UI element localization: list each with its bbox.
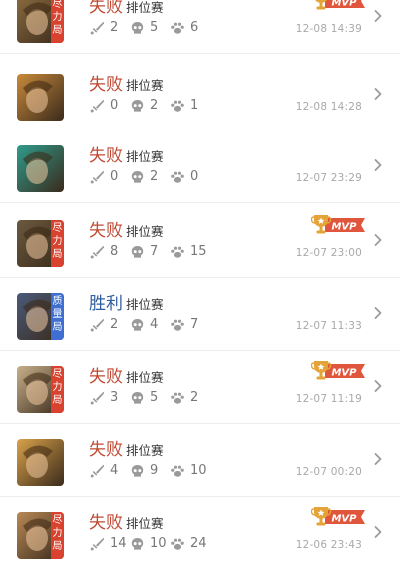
- chevron-right-icon[interactable]: [373, 9, 383, 23]
- hero-avatar: [17, 74, 64, 121]
- deaths-count: 7: [150, 244, 159, 259]
- assists-count: 0: [190, 169, 199, 184]
- mvp-badge: MVP: [311, 507, 365, 526]
- match-history-list: 尽力局 失败 排位赛 2 5 6 MVP 12-08 14:39 失败 排位赛 0 2 1 12-08 1…: [0, 0, 400, 564]
- match-result: 失败: [89, 146, 123, 166]
- match-row[interactable]: 失败 排位赛 0 2 1 12-08 14:28: [0, 60, 400, 132]
- kills-count: 0: [110, 169, 119, 184]
- hero-avatar: 尽力局: [17, 0, 64, 43]
- match-result: 失败: [89, 0, 123, 17]
- kda-stats: 0 2 1: [90, 98, 260, 114]
- assists-count: 15: [190, 244, 207, 259]
- kills-count: 2: [110, 317, 119, 332]
- kills-count: 4: [110, 463, 119, 478]
- deaths-count: 5: [150, 20, 159, 35]
- deaths-count: 2: [150, 169, 159, 184]
- match-time: 12-07 11:33: [295, 320, 362, 332]
- deaths-count: 4: [150, 317, 159, 332]
- match-result: 失败: [89, 440, 123, 460]
- mvp-badge: MVP: [311, 215, 365, 234]
- kills-count: 8: [110, 244, 119, 259]
- match-row[interactable]: 尽力局 失败 排位赛 2 5 6 MVP 12-08 14:39: [0, 0, 400, 54]
- match-quality-badge: 尽力局: [51, 512, 64, 559]
- mvp-label: MVP: [331, 221, 357, 232]
- hero-avatar: 尽力局: [17, 366, 64, 413]
- deaths-count: 5: [150, 390, 159, 405]
- hero-avatar: 尽力局: [17, 220, 64, 267]
- match-row[interactable]: 失败 排位赛 0 2 0 12-07 23:29: [0, 131, 400, 203]
- kda-stats: 0 2 0: [90, 169, 260, 185]
- match-result: 失败: [89, 367, 123, 387]
- assists-count: 2: [190, 390, 199, 405]
- match-mode: 排位赛: [126, 370, 164, 385]
- hero-avatar: [17, 439, 64, 486]
- chevron-right-icon[interactable]: [373, 379, 383, 393]
- chevron-right-icon[interactable]: [373, 233, 383, 247]
- kda-stats: 14 10 24: [90, 536, 260, 552]
- kills-count: 14: [110, 536, 127, 551]
- kills-count: 2: [110, 20, 119, 35]
- match-mode: 排位赛: [126, 78, 164, 93]
- match-quality-badge: 尽力局: [51, 0, 64, 43]
- hero-avatar: 质量局: [17, 293, 64, 340]
- match-mode: 排位赛: [126, 0, 164, 15]
- kills-count: 0: [110, 98, 119, 113]
- hero-avatar: 尽力局: [17, 512, 64, 559]
- assists-count: 7: [190, 317, 199, 332]
- match-row[interactable]: 尽力局 失败 排位赛 3 5 2 MVP 12-07 11:19: [0, 352, 400, 424]
- match-row[interactable]: 尽力局 失败 排位赛 14 10 24 MVP 12-06 23:43: [0, 498, 400, 564]
- match-time: 12-07 11:19: [295, 393, 362, 405]
- chevron-right-icon[interactable]: [373, 306, 383, 320]
- match-time: 12-07 23:00: [295, 247, 362, 259]
- match-row[interactable]: 尽力局 失败 排位赛 8 7 15 MVP 12-07 23:00: [0, 206, 400, 278]
- match-mode: 排位赛: [126, 149, 164, 164]
- mvp-badge: MVP: [315, 0, 365, 10]
- match-time: 12-07 00:20: [295, 466, 362, 478]
- mvp-label: MVP: [331, 513, 357, 524]
- kda-stats: 2 5 6: [90, 20, 260, 36]
- match-mode: 排位赛: [126, 516, 164, 531]
- deaths-count: 2: [150, 98, 159, 113]
- chevron-right-icon[interactable]: [373, 87, 383, 101]
- deaths-count: 10: [150, 536, 167, 551]
- chevron-right-icon[interactable]: [373, 158, 383, 172]
- assists-count: 24: [190, 536, 207, 551]
- match-result: 失败: [89, 75, 123, 95]
- chevron-right-icon[interactable]: [373, 525, 383, 539]
- mvp-label: MVP: [331, 0, 357, 8]
- assists-count: 1: [190, 98, 199, 113]
- chevron-right-icon[interactable]: [373, 452, 383, 466]
- match-row[interactable]: 失败 排位赛 4 9 10 12-07 00:20: [0, 425, 400, 497]
- match-quality-badge: 尽力局: [51, 366, 64, 413]
- mvp-badge: MVP: [311, 361, 365, 380]
- match-quality-badge: 尽力局: [51, 220, 64, 267]
- match-mode: 排位赛: [126, 224, 164, 239]
- deaths-count: 9: [150, 463, 159, 478]
- kda-stats: 3 5 2: [90, 390, 260, 406]
- match-mode: 排位赛: [126, 443, 164, 458]
- match-result: 失败: [89, 513, 123, 533]
- kda-stats: 2 4 7: [90, 317, 260, 333]
- match-quality-badge: 质量局: [51, 293, 64, 340]
- hero-avatar: [17, 145, 64, 192]
- match-time: 12-08 14:39: [295, 23, 362, 35]
- match-mode: 排位赛: [126, 297, 164, 312]
- match-result: 胜利: [89, 294, 123, 314]
- assists-count: 10: [190, 463, 207, 478]
- match-row[interactable]: 质量局 胜利 排位赛 2 4 7 12-07 11:33: [0, 279, 400, 351]
- kills-count: 3: [110, 390, 119, 405]
- match-time: 12-06 23:43: [295, 539, 362, 551]
- match-time: 12-08 14:28: [295, 101, 362, 113]
- match-time: 12-07 23:29: [295, 172, 362, 184]
- assists-count: 6: [190, 20, 199, 35]
- kda-stats: 4 9 10: [90, 463, 260, 479]
- match-result: 失败: [89, 221, 123, 241]
- mvp-label: MVP: [331, 367, 357, 378]
- kda-stats: 8 7 15: [90, 244, 260, 260]
